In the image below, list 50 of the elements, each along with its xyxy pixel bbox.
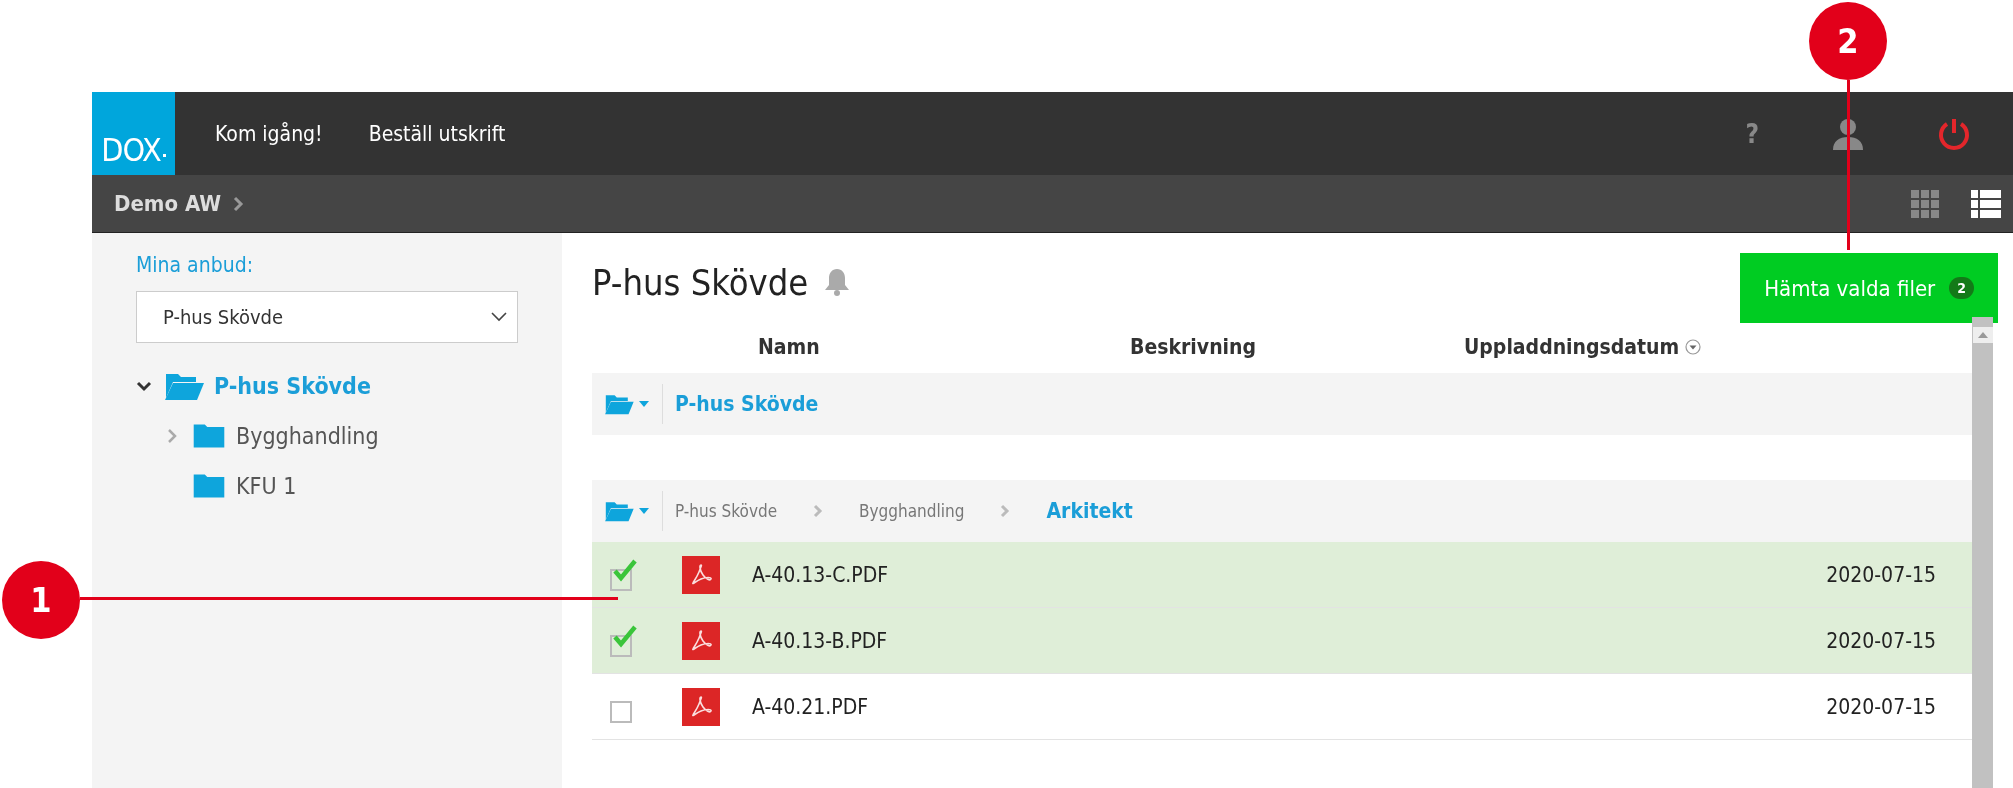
folder-icon: [192, 422, 226, 450]
file-row[interactable]: A-40.13-C.PDF 2020-07-15: [592, 542, 1972, 608]
caret-icon[interactable]: [638, 507, 650, 515]
current-folder: P-hus Skövde: [675, 392, 819, 416]
project-select[interactable]: P-hus Skövde: [136, 291, 518, 343]
file-name[interactable]: A-40.13-B.PDF: [752, 628, 1827, 653]
upload-date: 2020-07-15: [1826, 628, 1936, 653]
file-row[interactable]: A-40.13-B.PDF 2020-07-15: [592, 608, 1972, 674]
breadcrumb-link[interactable]: Demo AW: [114, 191, 222, 216]
chevron-down-icon[interactable]: [491, 312, 507, 322]
chevron-right-icon: [233, 195, 246, 212]
grid-view-icon[interactable]: [1911, 189, 1939, 218]
pdf-file-icon: [682, 555, 720, 594]
checkbox[interactable]: [610, 624, 638, 657]
folder-menu-button[interactable]: [604, 500, 650, 522]
folder-menu-button[interactable]: [604, 393, 650, 415]
path-link[interactable]: P-hus Skövde: [675, 501, 778, 521]
path-link[interactable]: Bygghandling: [859, 501, 965, 521]
count-badge: 2: [1949, 277, 1974, 299]
download-button[interactable]: Hämta valda filer 2: [1740, 253, 1998, 323]
nav-link[interactable]: Beställ utskrift: [368, 121, 506, 146]
tree-item[interactable]: KFU 1: [236, 473, 297, 499]
tree-item[interactable]: Bygghandling: [236, 423, 379, 449]
pdf-file-icon: [682, 687, 720, 726]
current-folder: Arkitekt: [1046, 499, 1133, 523]
nav-link[interactable]: Kom igång!: [215, 121, 323, 146]
upload-date: 2020-07-15: [1826, 694, 1936, 719]
list-view-icon[interactable]: [1971, 189, 2001, 218]
pdf-file-icon: [682, 621, 720, 660]
file-name[interactable]: A-40.13-C.PDF: [752, 562, 1827, 587]
page-title: P-hus Skövde: [592, 261, 809, 303]
caret-icon[interactable]: [638, 400, 650, 408]
callout-number: 1: [2, 561, 80, 639]
checkbox[interactable]: [610, 558, 638, 591]
sort-icon[interactable]: [1685, 339, 1702, 355]
upload-date: 2020-07-15: [1826, 562, 1936, 587]
scroll-up-icon[interactable]: [1972, 327, 1993, 343]
folder-icon: [192, 472, 226, 500]
callout-number: 2: [1809, 2, 1887, 80]
chevron-right-icon: [1000, 504, 1011, 518]
column-header[interactable]: Uppladdningsdatum: [1464, 335, 1702, 359]
bell-icon[interactable]: [824, 267, 851, 297]
power-icon[interactable]: [1937, 116, 1971, 151]
column-header[interactable]: Namn: [758, 335, 1130, 359]
file-name[interactable]: A-40.21.PDF: [752, 694, 1827, 719]
scrollbar[interactable]: [1972, 317, 1993, 788]
chevron-right-icon: [813, 504, 824, 518]
sidebar-heading: Mina anbud:: [136, 253, 254, 277]
help-button[interactable]: ?: [1745, 118, 1759, 149]
column-header[interactable]: Beskrivning: [1130, 335, 1464, 359]
